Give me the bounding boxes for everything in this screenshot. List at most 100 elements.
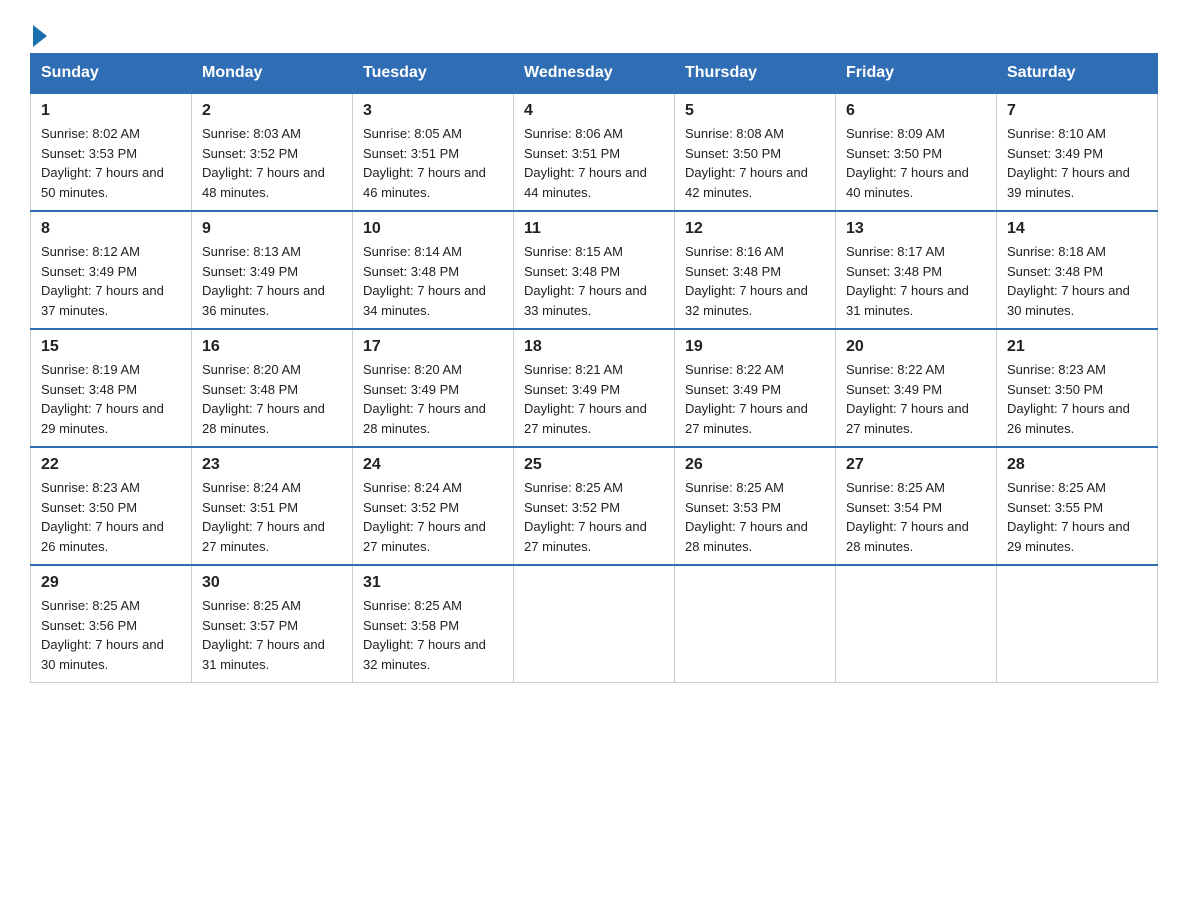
day-number: 24 bbox=[363, 456, 503, 474]
calendar-cell bbox=[836, 565, 997, 683]
calendar-cell: 3 Sunrise: 8:05 AM Sunset: 3:51 PM Dayli… bbox=[353, 93, 514, 211]
calendar-cell: 24 Sunrise: 8:24 AM Sunset: 3:52 PM Dayl… bbox=[353, 447, 514, 565]
col-header-saturday: Saturday bbox=[997, 54, 1158, 94]
week-row-3: 15 Sunrise: 8:19 AM Sunset: 3:48 PM Dayl… bbox=[31, 329, 1158, 447]
day-info: Sunrise: 8:08 AM Sunset: 3:50 PM Dayligh… bbox=[685, 124, 825, 202]
day-info: Sunrise: 8:13 AM Sunset: 3:49 PM Dayligh… bbox=[202, 242, 342, 320]
day-number: 11 bbox=[524, 220, 664, 238]
day-info: Sunrise: 8:16 AM Sunset: 3:48 PM Dayligh… bbox=[685, 242, 825, 320]
day-info: Sunrise: 8:25 AM Sunset: 3:55 PM Dayligh… bbox=[1007, 478, 1147, 556]
col-header-sunday: Sunday bbox=[31, 54, 192, 94]
calendar-cell bbox=[997, 565, 1158, 683]
calendar-cell: 29 Sunrise: 8:25 AM Sunset: 3:56 PM Dayl… bbox=[31, 565, 192, 683]
calendar-cell: 26 Sunrise: 8:25 AM Sunset: 3:53 PM Dayl… bbox=[675, 447, 836, 565]
page-header bbox=[30, 20, 1158, 43]
col-header-wednesday: Wednesday bbox=[514, 54, 675, 94]
day-number: 31 bbox=[363, 574, 503, 592]
calendar-cell: 10 Sunrise: 8:14 AM Sunset: 3:48 PM Dayl… bbox=[353, 211, 514, 329]
col-header-friday: Friday bbox=[836, 54, 997, 94]
day-number: 7 bbox=[1007, 102, 1147, 120]
calendar-cell: 16 Sunrise: 8:20 AM Sunset: 3:48 PM Dayl… bbox=[192, 329, 353, 447]
day-number: 30 bbox=[202, 574, 342, 592]
day-info: Sunrise: 8:25 AM Sunset: 3:54 PM Dayligh… bbox=[846, 478, 986, 556]
day-number: 14 bbox=[1007, 220, 1147, 238]
calendar-cell: 17 Sunrise: 8:20 AM Sunset: 3:49 PM Dayl… bbox=[353, 329, 514, 447]
day-info: Sunrise: 8:20 AM Sunset: 3:48 PM Dayligh… bbox=[202, 360, 342, 438]
day-info: Sunrise: 8:25 AM Sunset: 3:56 PM Dayligh… bbox=[41, 596, 181, 674]
day-number: 13 bbox=[846, 220, 986, 238]
week-row-5: 29 Sunrise: 8:25 AM Sunset: 3:56 PM Dayl… bbox=[31, 565, 1158, 683]
week-row-2: 8 Sunrise: 8:12 AM Sunset: 3:49 PM Dayli… bbox=[31, 211, 1158, 329]
day-number: 16 bbox=[202, 338, 342, 356]
day-number: 18 bbox=[524, 338, 664, 356]
day-number: 17 bbox=[363, 338, 503, 356]
calendar-cell bbox=[675, 565, 836, 683]
day-info: Sunrise: 8:19 AM Sunset: 3:48 PM Dayligh… bbox=[41, 360, 181, 438]
day-number: 4 bbox=[524, 102, 664, 120]
day-info: Sunrise: 8:23 AM Sunset: 3:50 PM Dayligh… bbox=[41, 478, 181, 556]
day-number: 6 bbox=[846, 102, 986, 120]
calendar-cell: 2 Sunrise: 8:03 AM Sunset: 3:52 PM Dayli… bbox=[192, 93, 353, 211]
day-number: 15 bbox=[41, 338, 181, 356]
day-info: Sunrise: 8:25 AM Sunset: 3:58 PM Dayligh… bbox=[363, 596, 503, 674]
col-header-thursday: Thursday bbox=[675, 54, 836, 94]
day-number: 3 bbox=[363, 102, 503, 120]
calendar-cell: 1 Sunrise: 8:02 AM Sunset: 3:53 PM Dayli… bbox=[31, 93, 192, 211]
day-number: 12 bbox=[685, 220, 825, 238]
week-row-1: 1 Sunrise: 8:02 AM Sunset: 3:53 PM Dayli… bbox=[31, 93, 1158, 211]
day-info: Sunrise: 8:25 AM Sunset: 3:57 PM Dayligh… bbox=[202, 596, 342, 674]
day-number: 22 bbox=[41, 456, 181, 474]
day-info: Sunrise: 8:24 AM Sunset: 3:52 PM Dayligh… bbox=[363, 478, 503, 556]
calendar-cell: 31 Sunrise: 8:25 AM Sunset: 3:58 PM Dayl… bbox=[353, 565, 514, 683]
day-number: 19 bbox=[685, 338, 825, 356]
day-number: 10 bbox=[363, 220, 503, 238]
day-info: Sunrise: 8:05 AM Sunset: 3:51 PM Dayligh… bbox=[363, 124, 503, 202]
day-number: 8 bbox=[41, 220, 181, 238]
calendar-cell: 20 Sunrise: 8:22 AM Sunset: 3:49 PM Dayl… bbox=[836, 329, 997, 447]
day-info: Sunrise: 8:03 AM Sunset: 3:52 PM Dayligh… bbox=[202, 124, 342, 202]
calendar-cell: 30 Sunrise: 8:25 AM Sunset: 3:57 PM Dayl… bbox=[192, 565, 353, 683]
calendar-cell: 13 Sunrise: 8:17 AM Sunset: 3:48 PM Dayl… bbox=[836, 211, 997, 329]
day-info: Sunrise: 8:21 AM Sunset: 3:49 PM Dayligh… bbox=[524, 360, 664, 438]
calendar-cell: 7 Sunrise: 8:10 AM Sunset: 3:49 PM Dayli… bbox=[997, 93, 1158, 211]
calendar-cell: 18 Sunrise: 8:21 AM Sunset: 3:49 PM Dayl… bbox=[514, 329, 675, 447]
calendar-cell: 25 Sunrise: 8:25 AM Sunset: 3:52 PM Dayl… bbox=[514, 447, 675, 565]
calendar-cell: 5 Sunrise: 8:08 AM Sunset: 3:50 PM Dayli… bbox=[675, 93, 836, 211]
logo bbox=[30, 25, 47, 43]
calendar-table: SundayMondayTuesdayWednesdayThursdayFrid… bbox=[30, 53, 1158, 683]
day-number: 9 bbox=[202, 220, 342, 238]
calendar-cell: 4 Sunrise: 8:06 AM Sunset: 3:51 PM Dayli… bbox=[514, 93, 675, 211]
day-number: 29 bbox=[41, 574, 181, 592]
day-info: Sunrise: 8:23 AM Sunset: 3:50 PM Dayligh… bbox=[1007, 360, 1147, 438]
day-number: 28 bbox=[1007, 456, 1147, 474]
day-info: Sunrise: 8:17 AM Sunset: 3:48 PM Dayligh… bbox=[846, 242, 986, 320]
calendar-cell: 9 Sunrise: 8:13 AM Sunset: 3:49 PM Dayli… bbox=[192, 211, 353, 329]
day-info: Sunrise: 8:02 AM Sunset: 3:53 PM Dayligh… bbox=[41, 124, 181, 202]
days-header-row: SundayMondayTuesdayWednesdayThursdayFrid… bbox=[31, 54, 1158, 94]
calendar-cell: 15 Sunrise: 8:19 AM Sunset: 3:48 PM Dayl… bbox=[31, 329, 192, 447]
day-info: Sunrise: 8:20 AM Sunset: 3:49 PM Dayligh… bbox=[363, 360, 503, 438]
day-info: Sunrise: 8:09 AM Sunset: 3:50 PM Dayligh… bbox=[846, 124, 986, 202]
day-number: 20 bbox=[846, 338, 986, 356]
calendar-cell: 8 Sunrise: 8:12 AM Sunset: 3:49 PM Dayli… bbox=[31, 211, 192, 329]
calendar-cell: 28 Sunrise: 8:25 AM Sunset: 3:55 PM Dayl… bbox=[997, 447, 1158, 565]
day-number: 27 bbox=[846, 456, 986, 474]
calendar-cell: 23 Sunrise: 8:24 AM Sunset: 3:51 PM Dayl… bbox=[192, 447, 353, 565]
calendar-cell bbox=[514, 565, 675, 683]
calendar-cell: 27 Sunrise: 8:25 AM Sunset: 3:54 PM Dayl… bbox=[836, 447, 997, 565]
day-info: Sunrise: 8:25 AM Sunset: 3:53 PM Dayligh… bbox=[685, 478, 825, 556]
calendar-cell: 14 Sunrise: 8:18 AM Sunset: 3:48 PM Dayl… bbox=[997, 211, 1158, 329]
col-header-tuesday: Tuesday bbox=[353, 54, 514, 94]
day-info: Sunrise: 8:18 AM Sunset: 3:48 PM Dayligh… bbox=[1007, 242, 1147, 320]
day-number: 23 bbox=[202, 456, 342, 474]
calendar-cell: 6 Sunrise: 8:09 AM Sunset: 3:50 PM Dayli… bbox=[836, 93, 997, 211]
day-number: 5 bbox=[685, 102, 825, 120]
day-info: Sunrise: 8:12 AM Sunset: 3:49 PM Dayligh… bbox=[41, 242, 181, 320]
day-info: Sunrise: 8:24 AM Sunset: 3:51 PM Dayligh… bbox=[202, 478, 342, 556]
col-header-monday: Monday bbox=[192, 54, 353, 94]
calendar-cell: 22 Sunrise: 8:23 AM Sunset: 3:50 PM Dayl… bbox=[31, 447, 192, 565]
day-info: Sunrise: 8:14 AM Sunset: 3:48 PM Dayligh… bbox=[363, 242, 503, 320]
week-row-4: 22 Sunrise: 8:23 AM Sunset: 3:50 PM Dayl… bbox=[31, 447, 1158, 565]
calendar-cell: 12 Sunrise: 8:16 AM Sunset: 3:48 PM Dayl… bbox=[675, 211, 836, 329]
day-info: Sunrise: 8:15 AM Sunset: 3:48 PM Dayligh… bbox=[524, 242, 664, 320]
